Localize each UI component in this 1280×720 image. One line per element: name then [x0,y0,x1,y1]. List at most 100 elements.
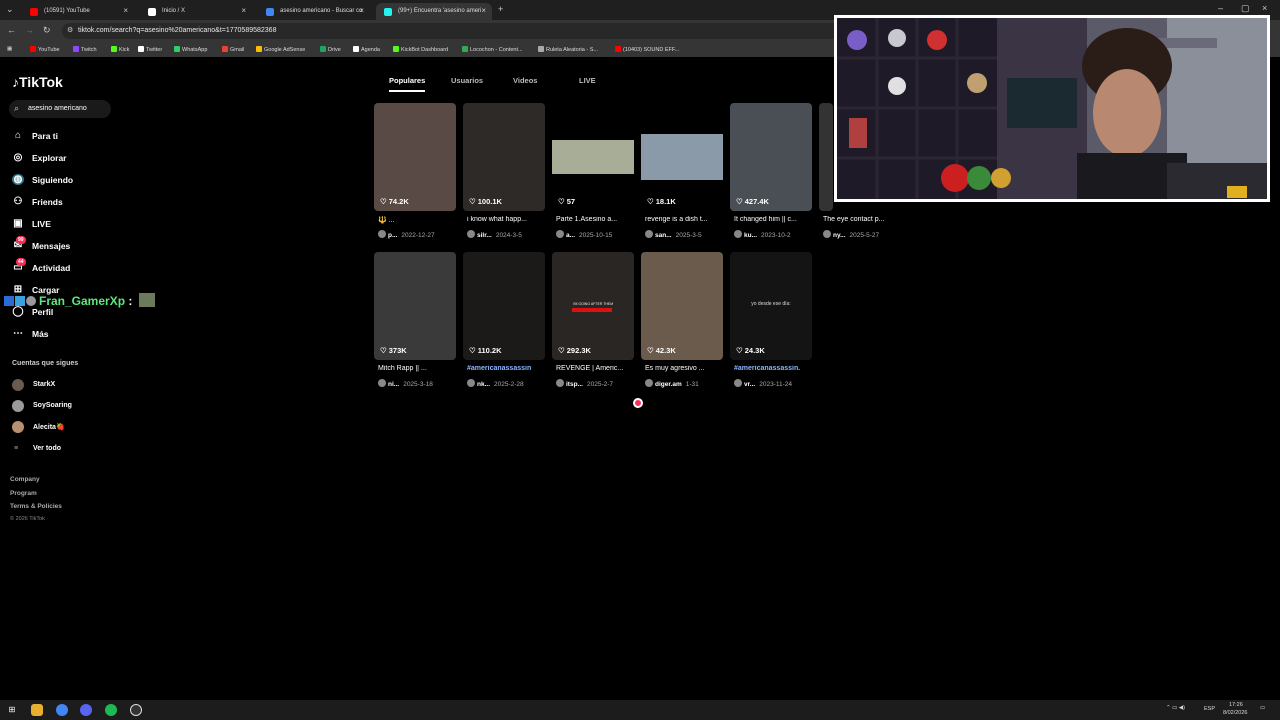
tab-populares[interactable]: Populares [389,76,426,92]
footer-link-program[interactable]: Program [10,490,37,497]
video-thumbnail[interactable]: I'M GOING AFTER THEM [552,252,634,360]
close-icon[interactable]: × [123,6,128,15]
new-tab-button[interactable]: + [498,4,503,14]
chrome-icon[interactable] [56,704,68,716]
bookmark-ruleta[interactable]: Ruleta Aleatoria - S... [538,46,598,53]
footer-link-terms[interactable]: Terms & Policies [10,503,62,510]
video-thumbnail[interactable] [730,103,812,211]
avatar[interactable] [467,230,475,238]
bookmark-locochon[interactable]: Locochon - Content... [462,46,523,53]
back-arrow-icon[interactable]: ← [7,25,16,35]
bookmark-kick[interactable]: Kick [111,46,129,53]
video-description[interactable]: #americanassassin [467,365,549,372]
video-author[interactable]: diger.am [655,381,682,388]
footer-link-company[interactable]: Company [10,476,40,483]
like-count: ♡ 100.1K [469,197,502,206]
twitch-icon [73,46,79,52]
avatar[interactable] [467,379,475,387]
minimize-button[interactable]: – [1218,3,1223,13]
address-bar[interactable]: ⚙ tiktok.com/search?q=asesino%20american… [62,23,842,39]
video-thumbnail[interactable] [374,103,456,211]
video-author[interactable]: san... [655,232,672,239]
video-description[interactable]: Mitch Rapp || ... [378,365,460,372]
search-input[interactable]: ⌕ asesino americano [9,100,111,118]
video-author[interactable]: ni... [388,381,399,388]
forward-arrow-icon[interactable]: → [25,25,34,35]
file-explorer-icon[interactable] [31,704,43,716]
close-icon[interactable]: × [481,6,486,15]
apps-icon[interactable]: ▦ [7,46,12,52]
bookmark-twitch[interactable]: Twitch [73,46,97,53]
avatar[interactable] [734,230,742,238]
bookmark-twitter[interactable]: Twitter [138,46,162,53]
video-description[interactable]: The eye contact p... [823,216,905,223]
avatar[interactable] [378,230,386,238]
video-thumbnail[interactable]: yo desde ese día: [730,252,812,360]
discord-icon[interactable] [80,704,92,716]
obs-icon[interactable] [130,704,142,716]
video-description[interactable]: revenge is a dish t... [645,216,727,223]
windows-start-icon[interactable]: ⊞ [6,704,18,716]
video-thumbnail[interactable] [463,103,545,211]
video-thumbnail[interactable] [552,103,634,211]
bookmark-agenda[interactable]: Agenda [353,46,380,53]
window-close-button[interactable]: × [1262,3,1267,13]
bookmark-youtube[interactable]: YouTube [30,46,60,53]
maximize-button[interactable]: ▢ [1241,3,1250,14]
video-description[interactable]: Parte 1.Asesino a... [556,216,638,223]
video-description[interactable]: Es muy agresivo ... [645,365,727,372]
language-indicator[interactable]: ESP [1204,706,1215,712]
notification-icon[interactable]: ▭ [1260,705,1265,711]
video-author[interactable]: ny... [833,232,846,239]
bookmark-adsense[interactable]: Google AdSense [256,46,305,53]
video-thumbnail[interactable] [819,103,833,211]
activity-badge: 44 [16,258,26,266]
video-thumbnail[interactable] [641,103,723,211]
tab-videos[interactable]: Videos [513,76,537,85]
clock-time[interactable]: 17:26 [1229,702,1243,708]
close-icon[interactable]: × [359,6,364,15]
like-count-value: 373K [388,346,407,355]
avatar[interactable] [645,379,653,387]
video-description[interactable]: It changed him || c... [734,216,816,223]
video-thumbnail[interactable] [463,252,545,360]
tab-usuarios[interactable]: Usuarios [451,76,483,85]
video-thumbnail[interactable] [374,252,456,360]
close-icon[interactable]: × [241,6,246,15]
site-info-icon[interactable]: ⚙ [67,26,73,34]
bookmark-whatsapp[interactable]: WhatsApp [174,46,207,53]
video-description[interactable]: 🔱 ... [378,216,460,224]
clock-date[interactable]: 8/02/2026 [1223,710,1247,716]
avatar[interactable] [734,379,742,387]
video-description[interactable]: #americanassassin. [734,365,816,372]
avatar[interactable] [645,230,653,238]
video-author[interactable]: p... [388,232,397,239]
video-author[interactable]: silr... [477,232,492,239]
video-author[interactable]: ku... [744,232,757,239]
browser-tab-youtube[interactable]: (10591) YouTube × [22,3,134,20]
avatar[interactable] [556,230,564,238]
browser-tab-tiktok[interactable]: (99+) Encuentra 'asesino ameri × [376,3,492,20]
video-author[interactable]: a... [566,232,575,239]
system-tray-icons[interactable]: ⌃ ▭ ◀) [1166,705,1185,711]
avatar[interactable] [556,379,564,387]
video-author[interactable]: vr... [744,381,755,388]
tab-live[interactable]: LIVE [579,76,596,85]
tab-search-icon[interactable]: ⌄ [6,4,14,15]
browser-tab-x[interactable]: Inicio / X × [140,3,252,20]
avatar[interactable] [823,230,831,238]
bookmark-drive[interactable]: Drive [320,46,341,53]
video-thumbnail[interactable] [641,252,723,360]
video-description[interactable]: REVENGE | Americ... [556,365,638,372]
spotify-icon[interactable] [105,704,117,716]
reload-icon[interactable]: ↻ [43,25,51,36]
bookmark-sound-effects[interactable]: (10403) SOUND EFF... [615,46,679,53]
bookmark-kickbot[interactable]: KickBot Dashboard [393,46,448,53]
browser-tab-google[interactable]: asesino americano - Buscar co × [258,3,370,20]
tiktok-logo[interactable]: ♪TikTok [12,74,63,90]
bookmark-gmail[interactable]: Gmail [222,46,244,53]
avatar[interactable] [378,379,386,387]
video-author[interactable]: nk... [477,381,490,388]
video-description[interactable]: i know what happ... [467,216,549,223]
video-author[interactable]: itsp... [566,381,583,388]
